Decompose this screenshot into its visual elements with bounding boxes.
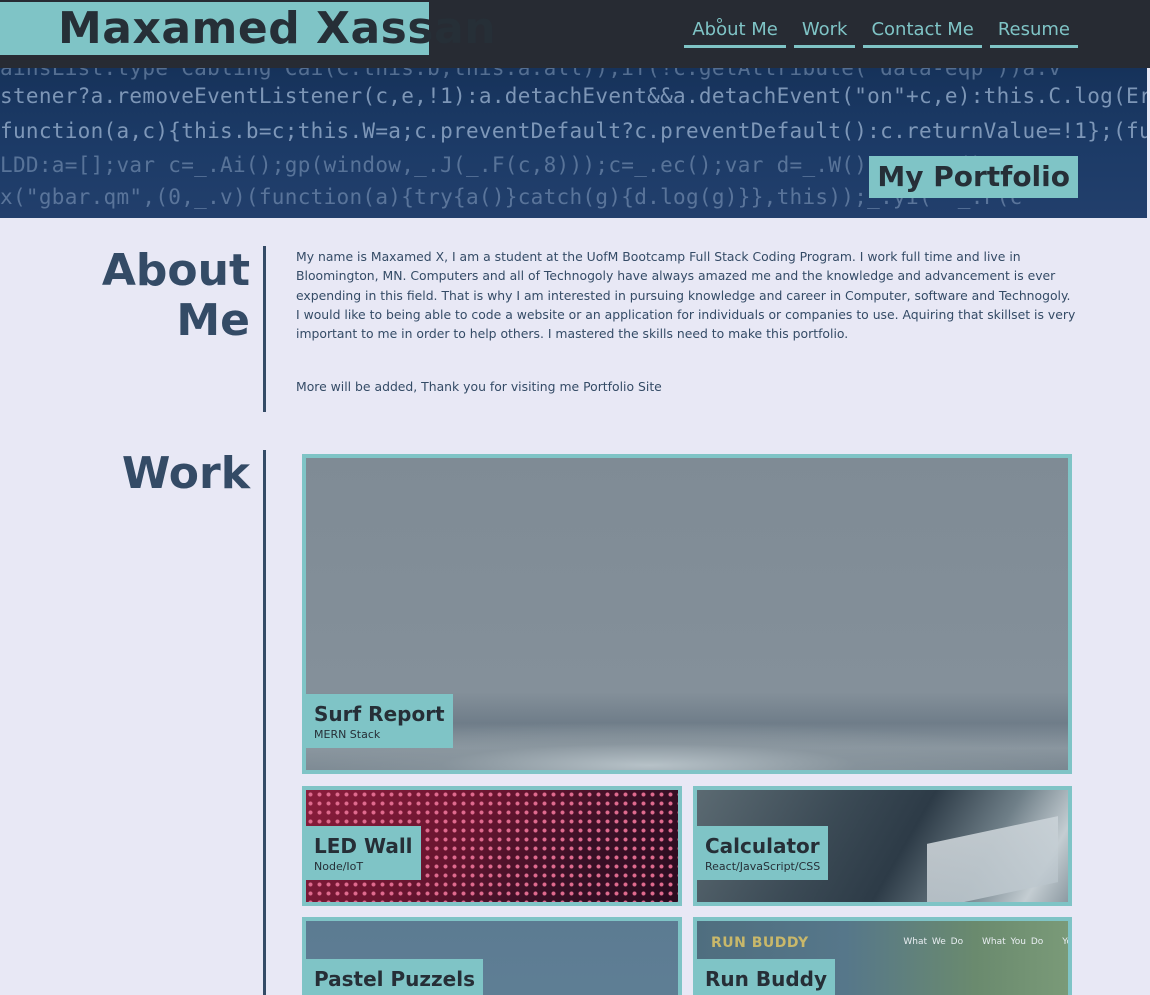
hero-code-line: stener?a.removeEventListener(c,e,!1):a.d… (0, 84, 1147, 108)
about-paragraph: My name is Maxamed X, I am a student at … (296, 249, 1076, 342)
project-title: Pastel Puzzels (314, 967, 475, 991)
about-text: My name is Maxamed X, I am a student at … (296, 247, 1076, 397)
nav-link-resume[interactable]: Resume (989, 14, 1078, 48)
run-buddy-nav-item: What We Do (903, 937, 964, 947)
project-label: Calculator React/JavaScript/CSS (697, 826, 829, 880)
run-buddy-logo-text: RUN BUDDY (711, 935, 809, 951)
project-card-surf-report[interactable]: Surf Report MERN Stack (302, 454, 1072, 774)
project-label: LED Wall Node/IoT (306, 826, 421, 880)
nav-link-work[interactable]: Work (793, 14, 856, 48)
project-label: Surf Report MERN Stack (306, 694, 453, 748)
project-title: Run Buddy (705, 967, 827, 991)
hero-banner: ainsList.type Cabling Cai(C.this.b,this.… (0, 68, 1147, 218)
run-buddy-nav: What We Do What You Do Yo (889, 937, 1072, 947)
project-stack: React/JavaScript/CSS (705, 860, 821, 873)
site-name-banner: Maxamed Xassan (0, 2, 496, 55)
project-label: Run Buddy (697, 959, 835, 995)
run-buddy-nav-item: What You Do (981, 937, 1044, 947)
work-divider (263, 450, 266, 995)
about-divider (263, 246, 266, 412)
project-card-led-wall[interactable]: LED Wall Node/IoT (302, 786, 682, 906)
project-card-pastel-puzzels[interactable]: Pastel Puzzels (302, 917, 682, 995)
site-name: Maxamed Xassan (58, 3, 497, 54)
project-title: Surf Report (314, 702, 445, 726)
project-card-calculator[interactable]: Calculator React/JavaScript/CSS (693, 786, 1072, 906)
nav-link-contact-me[interactable]: Contact Me (863, 14, 982, 48)
nav-link-about-me[interactable]: About Me (684, 14, 786, 48)
project-title: Calculator (705, 834, 820, 858)
about-paragraph: More will be added, Thank you for visiti… (296, 379, 662, 395)
main-nav: About Me Work Contact Me Resume (684, 14, 1078, 48)
site-header: Maxamed Xassan About Me Work Contact Me … (0, 0, 1150, 68)
about-title-line: Me (176, 295, 250, 346)
project-label: Pastel Puzzels (306, 959, 483, 995)
project-stack: Node/IoT (314, 860, 364, 873)
about-title-line: About (101, 245, 250, 296)
run-buddy-nav-item: Yo (1062, 937, 1072, 947)
portfolio-heading: My Portfolio (869, 156, 1078, 198)
project-title: LED Wall (314, 834, 413, 858)
hero-code-line: ainsList.type Cabling Cai(C.this.b,this.… (0, 68, 1062, 80)
project-stack: MERN Stack (314, 728, 381, 741)
work-heading: Work (121, 448, 250, 499)
about-me-heading: About Me (102, 246, 250, 346)
hero-code-line: function(a,c){this.b=c;this.W=a;c.preven… (0, 119, 1147, 143)
project-card-run-buddy[interactable]: RUN BUDDY What We Do What You Do Yo Run … (693, 917, 1072, 995)
